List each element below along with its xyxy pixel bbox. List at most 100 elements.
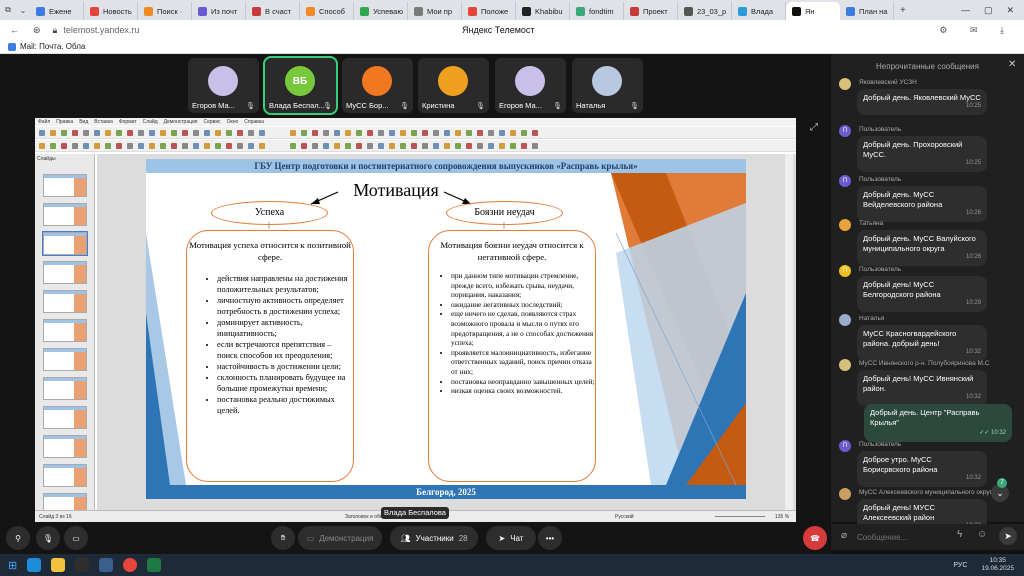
- toolbar-button-icon[interactable]: [477, 130, 483, 136]
- toolbar-button-icon[interactable]: [411, 143, 417, 149]
- browser-tab[interactable]: Успеваю: [354, 2, 408, 20]
- vertical-scrollbar[interactable]: [785, 154, 793, 510]
- browser-tab[interactable]: Проект: [624, 2, 678, 20]
- toolbar-button-icon[interactable]: [94, 143, 100, 149]
- close-chat-icon[interactable]: ✕: [1008, 59, 1016, 70]
- toolbar-button-icon[interactable]: [389, 130, 395, 136]
- explorer-icon[interactable]: [51, 558, 66, 572]
- toolbar-button-icon[interactable]: [215, 143, 221, 149]
- impress-menu-item[interactable]: Файл: [38, 119, 50, 125]
- toolbar-button-icon[interactable]: [400, 143, 406, 149]
- toolbar-button-icon[interactable]: [215, 130, 221, 136]
- toolbar-button-icon[interactable]: [226, 143, 232, 149]
- toolbar-button-icon[interactable]: [127, 130, 133, 136]
- toolbar-button-icon[interactable]: [521, 130, 527, 136]
- tab-menu-icon[interactable]: ⧉: [0, 5, 16, 15]
- toolbar-button-icon[interactable]: [323, 130, 329, 136]
- toolbar-button-icon[interactable]: [400, 130, 406, 136]
- toolbar-button-icon[interactable]: [171, 130, 177, 136]
- toolbar-button-icon[interactable]: [149, 130, 155, 136]
- browser-tab[interactable]: 23_03_p: [678, 2, 732, 20]
- toolbar-button-icon[interactable]: [466, 130, 472, 136]
- toolbar-button-icon[interactable]: [422, 130, 428, 136]
- toolbar-button-icon[interactable]: [83, 130, 89, 136]
- chevron-down-icon[interactable]: ⌄: [16, 6, 30, 15]
- impress-menu-item[interactable]: Вид: [79, 119, 88, 125]
- toolbar-button-icon[interactable]: [171, 143, 177, 149]
- toolbar-button-icon[interactable]: [510, 130, 516, 136]
- browser-tab[interactable]: Из почт: [192, 2, 246, 20]
- toolbar-button-icon[interactable]: [301, 143, 307, 149]
- toolbar-button-icon[interactable]: [226, 130, 232, 136]
- slide-thumbnail[interactable]: [43, 348, 87, 371]
- impress-menu-item[interactable]: Сервис: [204, 119, 221, 125]
- toolbar-button-icon[interactable]: [138, 143, 144, 149]
- browser-tab[interactable]: Ежене: [30, 2, 84, 20]
- close-icon[interactable]: ✕: [1006, 5, 1014, 16]
- toolbar-button-icon[interactable]: [301, 130, 307, 136]
- slide-thumbnail[interactable]: [43, 290, 87, 313]
- toolbar-button-icon[interactable]: [193, 143, 199, 149]
- screen-share-button[interactable]: ▭ Демонстрация: [298, 526, 382, 550]
- participants-button[interactable]: 👥︎ Участники 28: [390, 526, 478, 550]
- toolbar-button-icon[interactable]: [248, 143, 254, 149]
- camera-off-icon[interactable]: ▭: [64, 526, 88, 550]
- toolbar-button-icon[interactable]: [105, 143, 111, 149]
- participant-tile[interactable]: Егоров Ма... 🎙︎: [188, 58, 259, 113]
- back-icon[interactable]: ←: [10, 25, 19, 35]
- impress-menu-item[interactable]: Вставка: [94, 119, 113, 125]
- toolbar-button-icon[interactable]: [455, 143, 461, 149]
- toolbar-button-icon[interactable]: [204, 143, 210, 149]
- more-icon[interactable]: •••: [538, 526, 562, 550]
- slide-thumbnail[interactable]: [43, 174, 87, 197]
- impress-menu-item[interactable]: Формат: [119, 119, 137, 125]
- toolbar-button-icon[interactable]: [290, 130, 296, 136]
- toolbar-button-icon[interactable]: [356, 130, 362, 136]
- toolbar-button-icon[interactable]: [444, 143, 450, 149]
- slide-thumbnail[interactable]: [43, 203, 87, 226]
- toolbar-button-icon[interactable]: [411, 130, 417, 136]
- toolbar-button-icon[interactable]: [248, 130, 254, 136]
- toolbar-button-icon[interactable]: [433, 130, 439, 136]
- toolbar-button-icon[interactable]: [510, 143, 516, 149]
- toolbar-button-icon[interactable]: [127, 143, 133, 149]
- slide-thumbnail[interactable]: [42, 231, 88, 256]
- browser-tab[interactable]: Поиск ·: [138, 2, 192, 20]
- system-clock[interactable]: 10:35 19.06.2025: [981, 557, 1014, 573]
- yandex-browser-icon[interactable]: ⊛: [33, 25, 41, 36]
- minimize-icon[interactable]: —: [961, 5, 970, 16]
- slide-thumbnail[interactable]: [43, 435, 87, 458]
- browser-tab[interactable]: План на: [840, 2, 894, 20]
- browser-tab[interactable]: Влада: [732, 2, 786, 20]
- toolbar-button-icon[interactable]: [259, 143, 265, 149]
- emoji-icon[interactable]: ☺: [977, 529, 987, 540]
- impress-menu-item[interactable]: Справка: [244, 119, 264, 125]
- slide-thumbnail[interactable]: [43, 377, 87, 400]
- toolbar-button-icon[interactable]: [367, 130, 373, 136]
- toolbar-button-icon[interactable]: [61, 130, 67, 136]
- toolbar-button-icon[interactable]: [521, 143, 527, 149]
- toolbar-button-icon[interactable]: [477, 143, 483, 149]
- toolbar-button-icon[interactable]: [345, 130, 351, 136]
- toolbar-button-icon[interactable]: [334, 130, 340, 136]
- toolbar-button-icon[interactable]: [50, 130, 56, 136]
- maximize-icon[interactable]: ▢: [984, 5, 993, 16]
- new-tab-button[interactable]: +: [900, 5, 906, 16]
- impress-menu-item[interactable]: Правка: [56, 119, 73, 125]
- toolbar-button-icon[interactable]: [345, 143, 351, 149]
- toolbar-button-icon[interactable]: [499, 143, 505, 149]
- toolbar-button-icon[interactable]: [312, 130, 318, 136]
- flash-icon[interactable]: ϟ: [957, 529, 962, 540]
- toolbar-button-icon[interactable]: [290, 143, 296, 149]
- toolbar-button-icon[interactable]: [72, 130, 78, 136]
- impress-menu-item[interactable]: Демонстрация: [164, 119, 198, 125]
- url-text[interactable]: telemost.yandex.ru: [63, 25, 139, 35]
- toolbar-button-icon[interactable]: [378, 130, 384, 136]
- toolbar-button-icon[interactable]: [39, 143, 45, 149]
- participant-tile[interactable]: Кристина 🎙︎: [418, 58, 489, 113]
- slide-thumbnail[interactable]: [43, 319, 87, 342]
- toolbar-button-icon[interactable]: [532, 143, 538, 149]
- excel-icon[interactable]: [147, 558, 162, 572]
- toolbar-button-icon[interactable]: [455, 130, 461, 136]
- toolbar-button-icon[interactable]: [116, 143, 122, 149]
